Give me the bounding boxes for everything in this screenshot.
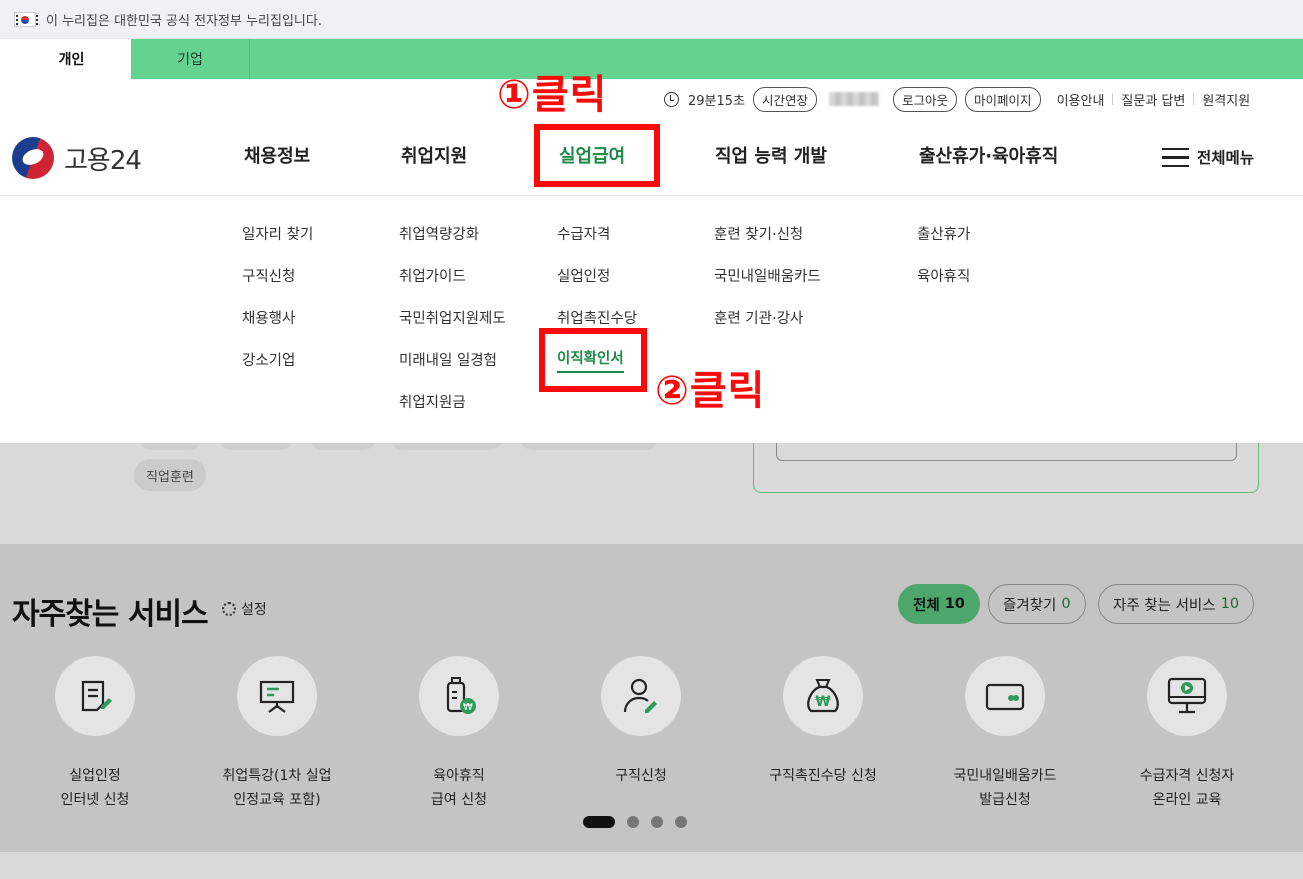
menu-learning-card[interactable]: 국민내일배움카드 — [714, 265, 821, 286]
mypage-button[interactable]: 마이페이지 — [965, 86, 1041, 112]
frequent-services-section: 자주찾는 서비스 설정 전체 10 즐겨찾기 0 자주 찾는 서비스 10 실업… — [0, 544, 1303, 852]
filter-tab-favorites[interactable]: 즐겨찾기 0 — [988, 584, 1086, 624]
service-label: 구직촉진수당 신청 — [769, 768, 877, 784]
carousel-dot[interactable] — [675, 816, 687, 828]
nav-vocational-training[interactable]: 직업 능력 개발 — [715, 139, 827, 175]
divider — [1112, 93, 1114, 105]
service-item[interactable]: ₩ 육아휴직급여 신청 — [369, 656, 549, 812]
session-timer: 29분15초 — [688, 93, 746, 109]
nav-job-info[interactable]: 채용정보 — [244, 139, 310, 175]
lecture-board-icon — [237, 656, 317, 736]
service-label: 인터넷 신청 — [60, 792, 130, 808]
annotation-step1: ①클릭 — [497, 72, 608, 118]
all-menu-label: 전체메뉴 — [1197, 149, 1255, 167]
tab-business[interactable]: 기업 — [131, 39, 250, 79]
svg-text:₩: ₩ — [463, 702, 473, 713]
remote-support-link[interactable]: 원격지원 — [1202, 90, 1250, 109]
menu-employment-guide[interactable]: 취업가이드 — [399, 265, 466, 286]
menu-job-application[interactable]: 구직신청 — [242, 265, 295, 286]
menu-small-giant[interactable]: 강소기업 — [242, 349, 295, 370]
carousel-dot-active[interactable] — [583, 816, 615, 828]
settings-button[interactable]: 설정 — [222, 599, 267, 619]
gov-banner-text: 이 누리집은 대한민국 공식 전자정부 누리집입니다. — [46, 13, 322, 29]
service-label: 육아휴직 — [433, 768, 485, 784]
mega-menu: 일자리 찾기 구직신청 채용행사 강소기업 취업역량강화 취업가이드 국민취업지… — [0, 196, 1303, 443]
service-label: 인정교육 포함) — [233, 792, 321, 808]
settings-label: 설정 — [241, 602, 267, 618]
annotation-step2: ②클릭 — [655, 368, 766, 414]
highlight-box-step2 — [539, 328, 647, 392]
filter-tab-frequent[interactable]: 자주 찾는 서비스 10 — [1098, 584, 1255, 624]
filter-tab-count: 10 — [944, 596, 965, 612]
korea-flag-icon — [14, 11, 38, 27]
gov-banner: 이 누리집은 대한민국 공식 전자정부 누리집입니다. — [0, 0, 1303, 39]
highlight-box-step1 — [534, 124, 660, 187]
menu-job-search[interactable]: 일자리 찾기 — [242, 223, 313, 244]
person-edit-icon — [601, 656, 681, 736]
guide-link[interactable]: 이용안내 — [1057, 90, 1105, 109]
dimmed-footer — [0, 852, 1303, 879]
gear-icon — [222, 602, 236, 616]
menu-work-experience[interactable]: 미래내일 일경험 — [399, 349, 497, 370]
logout-button[interactable]: 로그아웃 — [893, 86, 958, 112]
filter-tab-count: 10 — [1220, 596, 1240, 612]
svg-text:₩: ₩ — [815, 694, 831, 710]
carousel-pagination — [583, 816, 687, 828]
card-icon — [965, 656, 1045, 736]
extend-session-button[interactable]: 시간연장 — [753, 86, 818, 112]
service-label: 구직신청 — [615, 768, 667, 784]
service-label: 국민내일배움카드 — [953, 768, 1057, 784]
service-label: 온라인 교육 — [1152, 792, 1222, 808]
service-item[interactable]: 수급자격 신청자온라인 교육 — [1097, 656, 1277, 812]
filter-tab-label: 자주 찾는 서비스 — [1113, 597, 1216, 614]
hamburger-icon — [1162, 147, 1189, 167]
menu-unemployment-recognition[interactable]: 실업인정 — [557, 265, 610, 286]
service-label: 수급자격 신청자 — [1139, 768, 1235, 784]
filter-tab-label: 즐겨찾기 — [1003, 597, 1057, 614]
qna-link[interactable]: 질문과 답변 — [1121, 90, 1185, 109]
service-item[interactable]: 취업특강(1차 실업인정교육 포함) — [187, 656, 367, 812]
filter-tab-all[interactable]: 전체 10 — [898, 584, 980, 624]
service-item[interactable]: 국민내일배움카드발급신청 — [915, 656, 1095, 812]
audience-tab-bar: 개인 기업 — [12, 39, 1303, 79]
menu-parental-leave[interactable]: 육아휴직 — [917, 265, 970, 286]
carousel-dot[interactable] — [627, 816, 639, 828]
service-label: 발급신청 — [979, 792, 1031, 808]
section-title: 자주찾는 서비스 — [12, 597, 209, 632]
filter-tab-count: 0 — [1061, 596, 1071, 612]
carousel-dot[interactable] — [651, 816, 663, 828]
service-label: 급여 신청 — [431, 792, 487, 808]
clock-icon — [664, 91, 679, 107]
service-label: 취업특강(1차 실업 — [222, 768, 332, 784]
login-input-box — [776, 443, 1237, 461]
service-item[interactable]: 실업인정인터넷 신청 — [5, 656, 185, 812]
nav-maternity-parental-leave[interactable]: 출산휴가·육아휴직 — [919, 139, 1058, 175]
menu-training-institution[interactable]: 훈련 기관·강사 — [714, 307, 803, 328]
utility-bar: 29분15초 시간연장 로그아웃 마이페이지 이용안내 질문과 답변 원격지원 — [664, 86, 1250, 112]
tab-personal[interactable]: 개인 — [12, 39, 131, 79]
service-item[interactable]: ₩ 구직촉진수당 신청 — [733, 656, 913, 788]
menu-competency[interactable]: 취업역량강화 — [399, 223, 479, 244]
menu-national-employment-support[interactable]: 국민취업지원제도 — [399, 307, 506, 328]
divider — [1193, 93, 1195, 105]
keyword-chip-training[interactable]: 직업훈련 — [134, 459, 206, 491]
menu-maternity-leave[interactable]: 출산휴가 — [917, 223, 970, 244]
menu-employment-subsidy[interactable]: 취업지원금 — [399, 391, 466, 412]
user-name-blurred — [829, 92, 880, 106]
menu-training-search[interactable]: 훈련 찾기·신청 — [714, 223, 803, 244]
all-menu-button[interactable]: 전체메뉴 — [1162, 146, 1254, 168]
nav-employment-support[interactable]: 취업지원 — [401, 139, 467, 175]
money-bag-won-icon: ₩ — [783, 656, 863, 736]
service-item[interactable]: 구직신청 — [551, 656, 731, 788]
menu-eligibility[interactable]: 수급자격 — [557, 223, 610, 244]
service-label: 실업인정 — [69, 768, 121, 784]
menu-reemployment-allowance[interactable]: 취업촉진수당 — [557, 307, 637, 328]
baby-bottle-won-icon: ₩ — [419, 656, 499, 736]
document-edit-icon — [55, 656, 135, 736]
monitor-play-icon — [1147, 656, 1227, 736]
menu-job-fair[interactable]: 채용행사 — [242, 307, 295, 328]
login-panel — [753, 443, 1259, 493]
filter-tab-label: 전체 — [913, 597, 940, 614]
